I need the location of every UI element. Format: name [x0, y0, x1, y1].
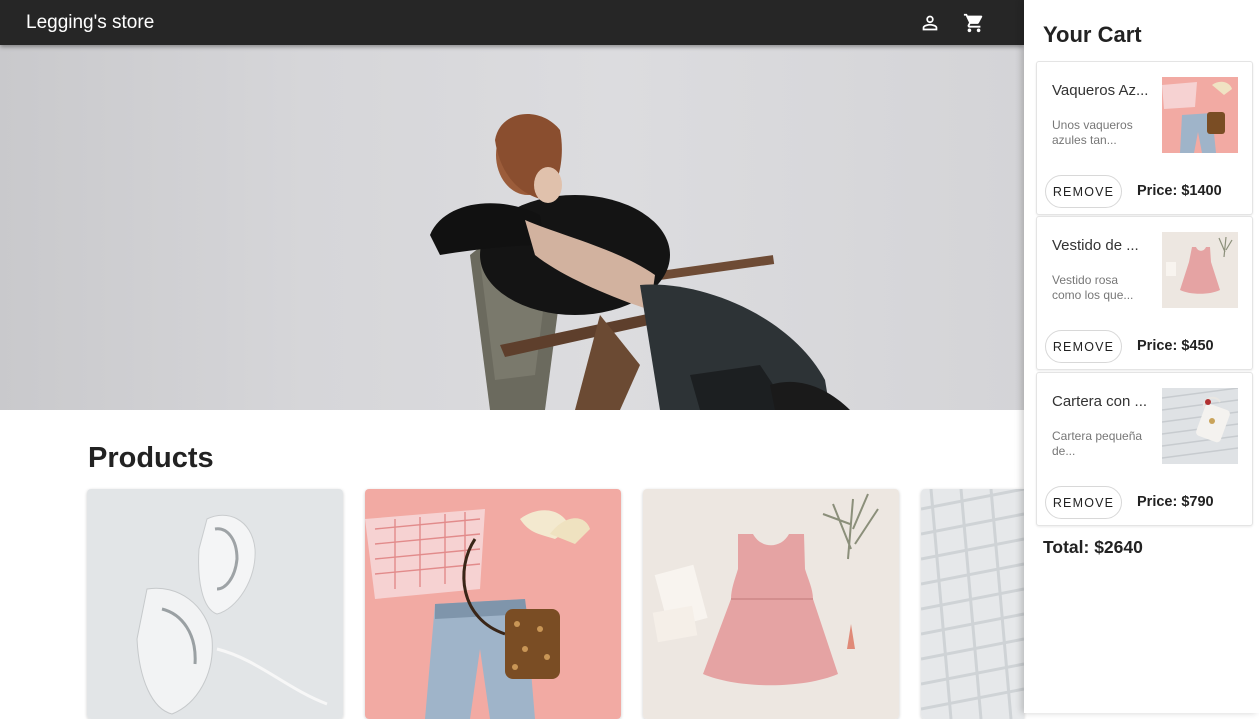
product-card-sweater[interactable] [921, 489, 1024, 719]
cart-item-price: Price: $1400 [1137, 183, 1222, 199]
cart-item-description: Vestido rosa como los que... [1052, 273, 1134, 302]
cart-item-price: Price: $450 [1137, 338, 1214, 354]
product-card-jeans[interactable] [365, 489, 621, 719]
hero-banner [0, 45, 1024, 410]
products-heading: Products [88, 442, 214, 474]
app-bar: Legging's store [0, 0, 1024, 45]
white-knit-sweater-photo [921, 489, 1024, 719]
cart-item-name: Vaqueros Az... [1052, 82, 1149, 99]
white-sneakers-photo [87, 489, 343, 719]
pink-dress-thumb [1162, 232, 1238, 308]
product-card-sneakers[interactable] [87, 489, 343, 719]
cart-item: Vestido de ... Vestido rosa como los que… [1036, 216, 1253, 370]
jeans-and-bag-thumb [1162, 77, 1238, 153]
cart-item: Cartera con ... Cartera pequeña de... RE… [1036, 372, 1253, 526]
cart-item-name: Vestido de ... [1052, 237, 1139, 254]
remove-button[interactable]: REMOVE [1045, 175, 1122, 208]
cart-total: Total: $2640 [1043, 537, 1143, 557]
cart-item-thumbnail [1162, 77, 1238, 153]
cart-drawer: Your Cart Vaqueros Az... Unos vaqueros a… [1024, 0, 1259, 713]
product-card-dress[interactable] [643, 489, 899, 719]
cart-item-description: Cartera pequeña de... [1052, 429, 1143, 458]
account-icon [922, 15, 938, 31]
cart-item-thumbnail [1162, 388, 1238, 464]
store-title[interactable]: Legging's store [26, 12, 154, 34]
remove-button[interactable]: REMOVE [1045, 330, 1122, 363]
remove-button[interactable]: REMOVE [1045, 486, 1122, 519]
cart-item-name: Cartera con ... [1052, 393, 1148, 410]
hero-image [430, 113, 850, 410]
shopping-cart-icon [963, 13, 983, 33]
cart-item-description: Unos vaqueros azules tan... [1052, 118, 1133, 147]
pink-dress-flatlay-photo [643, 489, 899, 719]
cart-title: Your Cart [1043, 22, 1142, 47]
jeans-and-bag-flatlay-photo [365, 489, 621, 719]
cart-item: Vaqueros Az... Unos vaqueros azules tan.… [1036, 61, 1253, 215]
account-button[interactable] [916, 9, 944, 37]
cart-button[interactable] [960, 9, 988, 37]
cart-item-thumbnail [1162, 232, 1238, 308]
white-purse-thumb [1162, 388, 1238, 464]
cart-item-price: Price: $790 [1137, 494, 1214, 510]
